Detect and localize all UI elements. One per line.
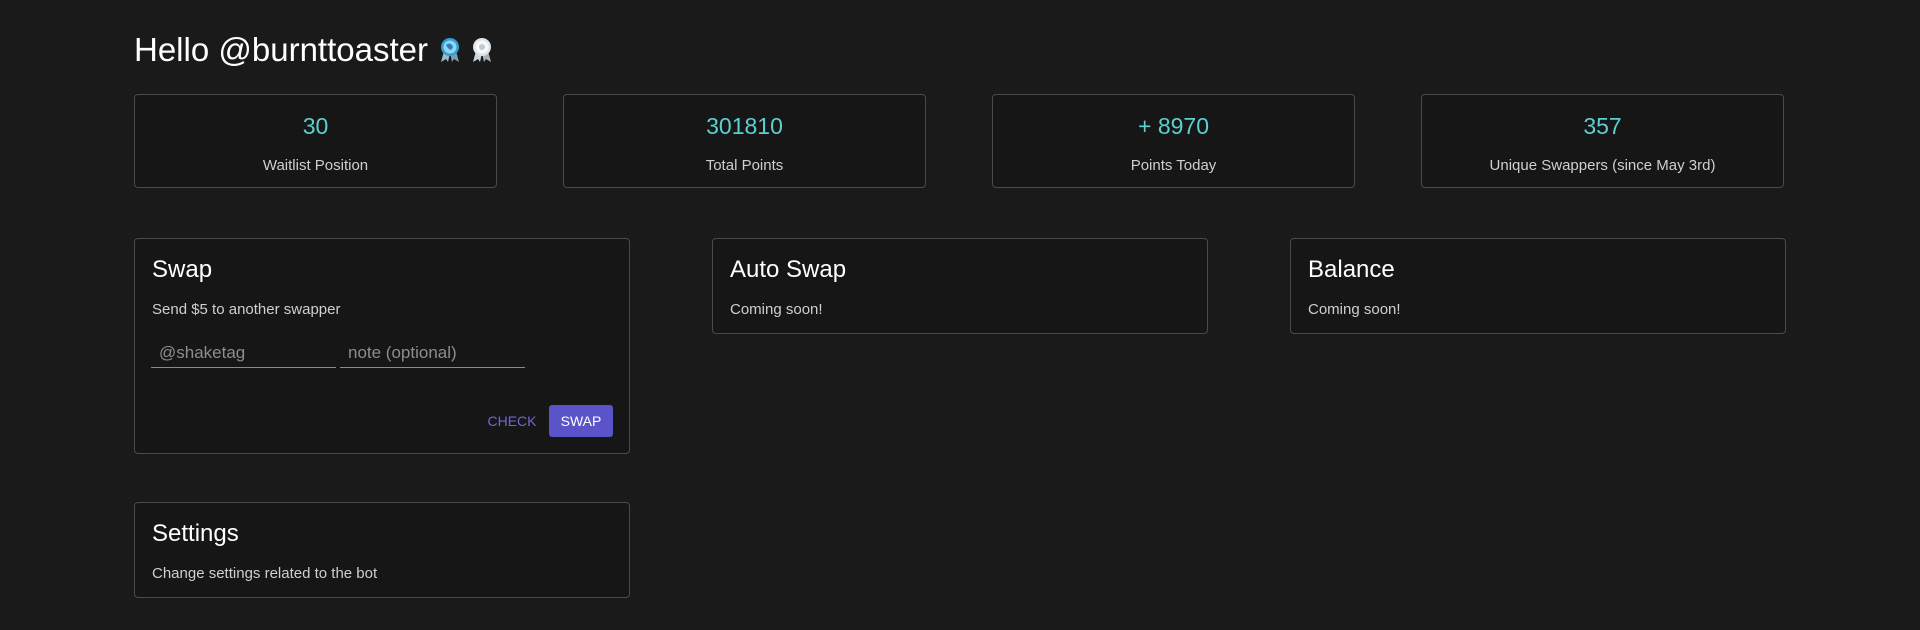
auto-swap-description: Coming soon!	[730, 301, 823, 318]
settings-title: Settings	[152, 520, 239, 547]
balance-description: Coming soon!	[1308, 301, 1401, 318]
auto-swap-card: Auto Swap Coming soon!	[712, 238, 1208, 334]
stat-label: Points Today	[1130, 157, 1217, 174]
dashboard: Hello @burnttoaster 30 Waitlist Position…	[0, 0, 1920, 630]
stat-card-waitlist-position: 30 Waitlist Position	[134, 94, 497, 188]
greeting-text: Hello @burnttoaster	[134, 31, 428, 68]
globe-ribbon-badge-icon	[440, 38, 459, 62]
stat-label: Waitlist Position	[262, 157, 369, 174]
stat-value: 30	[302, 113, 329, 139]
settings-card[interactable]: Settings Change settings related to the …	[134, 502, 630, 598]
shaketag-input[interactable]	[151, 338, 336, 368]
stat-label: Unique Swappers (since May 3rd)	[1489, 157, 1716, 174]
greeting-header: Hello @burnttoaster	[134, 30, 494, 70]
stat-value: 301810	[706, 113, 783, 139]
balance-title: Balance	[1308, 256, 1395, 283]
stat-value: + 8970	[1138, 113, 1209, 139]
stat-label: Total Points	[705, 157, 784, 174]
stat-card-total-points: 301810 Total Points	[563, 94, 926, 188]
note-input[interactable]	[340, 338, 525, 368]
swap-title: Swap	[152, 256, 213, 283]
white-ribbon-badge-icon	[472, 38, 491, 62]
stat-value: 357	[1583, 113, 1622, 139]
swap-button[interactable]: SWAP	[549, 405, 613, 437]
badge-list	[438, 37, 494, 63]
check-button[interactable]: CHECK	[484, 405, 540, 437]
stat-card-points-today: + 8970 Points Today	[992, 94, 1355, 188]
stat-card-unique-swappers: 357 Unique Swappers (since May 3rd)	[1421, 94, 1784, 188]
auto-swap-title: Auto Swap	[730, 256, 847, 283]
balance-card: Balance Coming soon!	[1290, 238, 1786, 334]
swap-description: Send $5 to another swapper	[152, 301, 341, 318]
settings-description: Change settings related to the bot	[152, 565, 378, 582]
